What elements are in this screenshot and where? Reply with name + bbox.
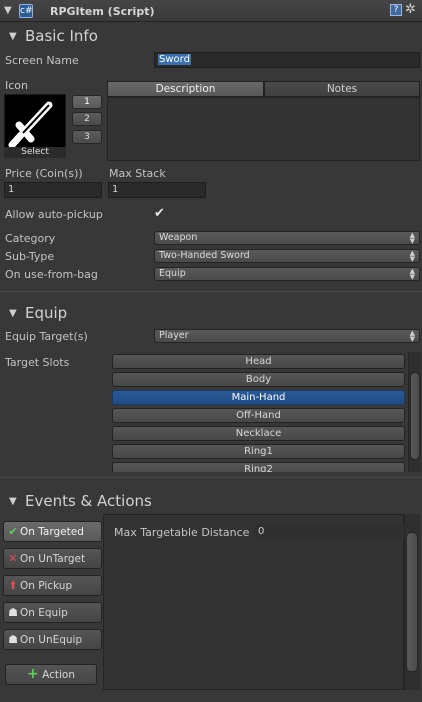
- price-label: Price (Coin(s)): [5, 167, 83, 180]
- event-label: On Targeted: [20, 526, 84, 538]
- slot-ring2[interactable]: Ring2: [112, 462, 405, 472]
- category-dropdown[interactable]: Weapon ▲ ▼: [154, 231, 420, 245]
- equip-target-value: Player: [159, 330, 189, 341]
- event-on-equip-button[interactable]: ☗ On Equip: [3, 602, 102, 623]
- icon-button-1[interactable]: 1: [72, 95, 102, 109]
- slot-head[interactable]: Head: [112, 354, 405, 369]
- max-stack-input[interactable]: 1: [108, 182, 206, 198]
- slots-scrollbar-thumb[interactable]: [410, 372, 420, 460]
- icon-label: Icon: [5, 79, 28, 92]
- equip-foldout-icon[interactable]: ▼: [9, 308, 17, 319]
- slot-necklace[interactable]: Necklace: [112, 426, 405, 441]
- use-from-bag-value: Equip: [159, 268, 186, 279]
- description-textarea[interactable]: [107, 97, 420, 161]
- target-slots-list[interactable]: Head Body Main-Hand Off-Hand Necklace Ri…: [110, 352, 408, 472]
- unequip-icon: ☗: [8, 633, 18, 646]
- subtype-dropdown[interactable]: Two-Handed Sword ▲ ▼: [154, 249, 420, 263]
- pickup-icon: ⬆: [8, 579, 18, 592]
- auto-pickup-checkbox[interactable]: ✔: [154, 206, 165, 221]
- script-icon: c#: [19, 4, 33, 18]
- price-input[interactable]: 1: [4, 182, 102, 198]
- slot-ring1[interactable]: Ring1: [112, 444, 405, 459]
- cross-icon: ✕: [8, 552, 18, 565]
- dropdown-arrows-icon: ▲ ▼: [409, 231, 415, 245]
- event-on-targeted-button[interactable]: ✔ On Targeted: [3, 521, 102, 542]
- event-label: On Pickup: [20, 580, 73, 592]
- events-scrollbar-thumb[interactable]: [406, 532, 418, 672]
- tab-notes[interactable]: Notes: [264, 81, 420, 97]
- max-distance-input[interactable]: 0: [254, 524, 404, 540]
- add-action-label: Action: [42, 669, 75, 681]
- sword-icon: [8, 101, 53, 149]
- equip-target-label: Equip Target(s): [5, 330, 88, 343]
- section-divider: [0, 291, 422, 292]
- section-title-basic-info[interactable]: Basic Info: [25, 27, 98, 45]
- dropdown-arrows-icon: ▲ ▼: [409, 267, 415, 281]
- category-value: Weapon: [159, 232, 198, 243]
- basic-foldout-icon[interactable]: ▼: [9, 31, 17, 42]
- subtype-label: Sub-Type: [5, 250, 55, 263]
- section-title-equip[interactable]: Equip: [25, 304, 67, 322]
- slot-body[interactable]: Body: [112, 372, 405, 387]
- equip-target-dropdown[interactable]: Player ▲ ▼: [154, 329, 420, 343]
- event-label: On Equip: [20, 607, 68, 619]
- dropdown-arrows-icon: ▲ ▼: [409, 329, 415, 343]
- event-label: On UnTarget: [20, 553, 86, 565]
- component-foldout-icon[interactable]: ▼: [4, 5, 12, 16]
- add-action-button[interactable]: + Action: [5, 664, 97, 685]
- icon-select-button[interactable]: Select: [4, 147, 66, 158]
- icon-button-2[interactable]: 2: [72, 112, 102, 126]
- slot-off-hand[interactable]: Off-Hand: [112, 408, 405, 423]
- help-icon[interactable]: ?: [390, 4, 402, 16]
- use-from-bag-dropdown[interactable]: Equip ▲ ▼: [154, 267, 420, 281]
- action-properties-panel: [103, 514, 404, 690]
- event-on-pickup-button[interactable]: ⬆ On Pickup: [3, 575, 102, 596]
- plus-icon: +: [27, 666, 39, 682]
- subtype-value: Two-Handed Sword: [159, 250, 250, 261]
- screen-name-value: Sword: [158, 54, 191, 65]
- slot-main-hand[interactable]: Main-Hand: [112, 390, 405, 405]
- equip-icon: ☗: [8, 606, 18, 619]
- component-title: RPGItem (Script): [50, 5, 155, 18]
- dropdown-arrows-icon: ▲ ▼: [409, 249, 415, 263]
- max-stack-label: Max Stack: [109, 167, 166, 180]
- event-label: On UnEquip: [20, 634, 83, 646]
- event-on-unequip-button[interactable]: ☗ On UnEquip: [3, 629, 102, 650]
- screen-name-input[interactable]: Sword: [154, 52, 420, 68]
- icon-button-3[interactable]: 3: [72, 130, 102, 144]
- events-foldout-icon[interactable]: ▼: [9, 496, 17, 507]
- use-from-bag-label: On use-from-bag: [5, 268, 98, 281]
- event-on-untarget-button[interactable]: ✕ On UnTarget: [3, 548, 102, 569]
- section-title-events-actions[interactable]: Events & Actions: [25, 492, 152, 510]
- auto-pickup-label: Allow auto-pickup: [5, 208, 103, 221]
- gear-icon[interactable]: ✲: [405, 2, 416, 17]
- check-icon: ✔: [8, 525, 18, 538]
- target-slots-label: Target Slots: [5, 356, 70, 369]
- tab-description[interactable]: Description: [107, 81, 264, 97]
- max-distance-label: Max Targetable Distance: [114, 526, 250, 539]
- section-divider: [0, 477, 422, 478]
- category-label: Category: [5, 232, 56, 245]
- screen-name-label: Screen Name: [5, 54, 79, 67]
